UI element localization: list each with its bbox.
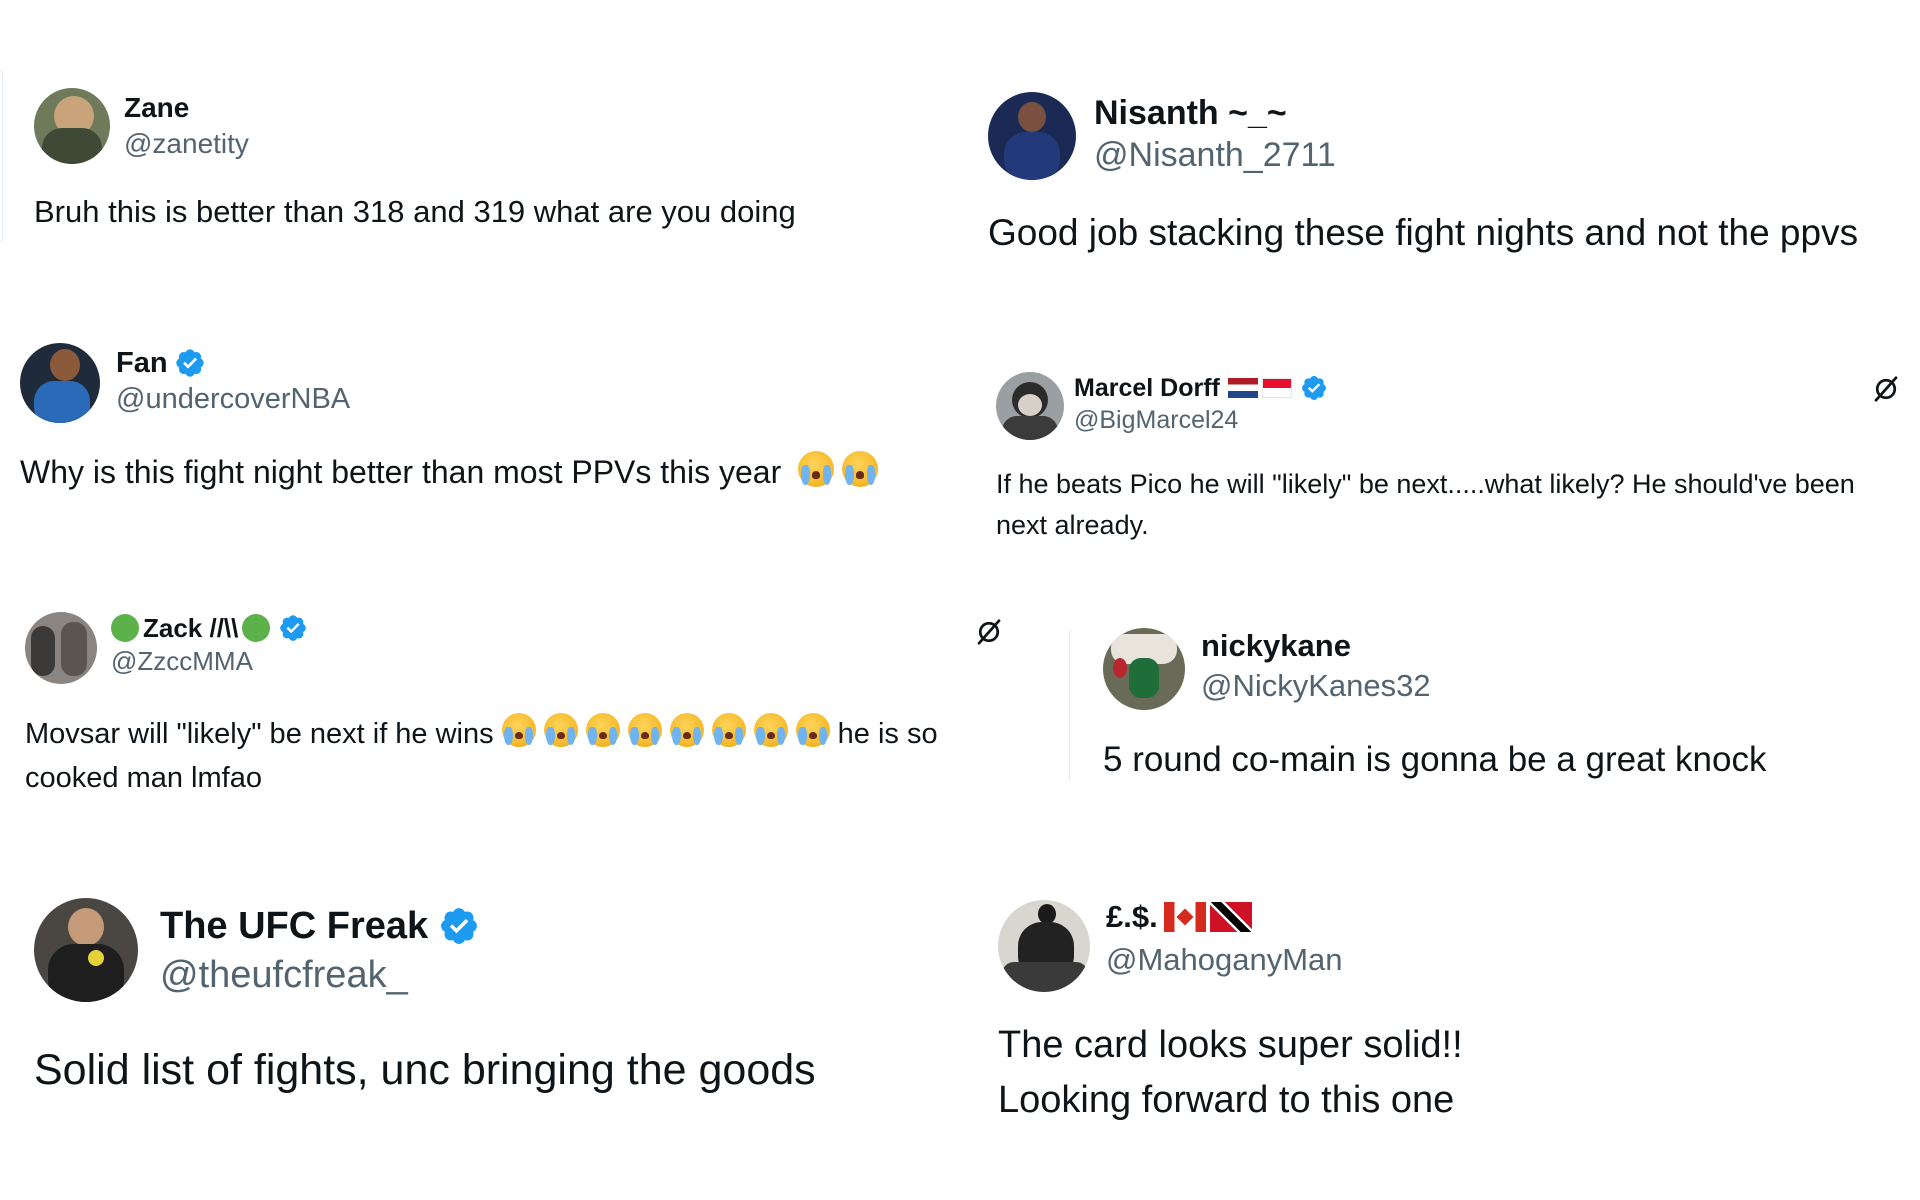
grok-slash-icon[interactable] xyxy=(974,617,1004,647)
divider xyxy=(1069,630,1070,780)
display-name-text: The UFC Freak xyxy=(160,904,429,947)
tweet-header: Fan @undercoverNBA xyxy=(20,343,350,423)
user-info: Zane @zanetity xyxy=(124,90,249,160)
grok-slash-icon[interactable] xyxy=(1871,374,1901,404)
display-name-text: Zack //\\ xyxy=(143,612,239,643)
tweet-text: Movsar will "likely" be next if he wins h… xyxy=(25,712,938,800)
tweet-header: The UFC Freak @theufcfreak_ xyxy=(34,898,480,1002)
display-name[interactable]: Zane xyxy=(124,90,249,126)
user-info: nickykane @NickyKanes32 xyxy=(1201,626,1431,704)
user-handle[interactable]: @theufcfreak_ xyxy=(160,954,480,997)
user-info: Marcel Dorff @BigMarcel24 xyxy=(1074,372,1328,435)
tweet-text-line: Movsar will "likely" be next if he wins h… xyxy=(25,712,938,756)
loudly-crying-face-icon xyxy=(753,713,788,747)
avatar[interactable] xyxy=(34,898,138,1002)
tweet-header: Nisanth ~_~ @Nisanth_2711 xyxy=(988,92,1336,180)
tweet-text: If he beats Pico he will "likely" be nex… xyxy=(996,464,1855,546)
avatar[interactable] xyxy=(20,343,100,423)
display-name[interactable]: The UFC Freak xyxy=(160,902,480,950)
tweet-text: The card looks super solid!! Looking for… xyxy=(998,1018,1463,1128)
netherlands-flag-icon xyxy=(1227,378,1258,398)
verified-badge-icon xyxy=(175,349,204,377)
divider xyxy=(2,70,3,242)
user-handle[interactable]: @undercoverNBA xyxy=(116,383,350,416)
display-name[interactable]: nickykane xyxy=(1201,626,1431,666)
tweet-header: nickykane @NickyKanes32 xyxy=(1103,628,1431,710)
loudly-crying-face-icon xyxy=(585,713,620,747)
avatar[interactable] xyxy=(988,92,1076,180)
tweet-text-content: Why is this fight night better than most… xyxy=(20,454,782,490)
tweet-text-before: Movsar will "likely" be next if he wins xyxy=(25,718,494,750)
tweet-text-line: If he beats Pico he will "likely" be nex… xyxy=(996,469,1855,499)
user-handle[interactable]: @zanetity xyxy=(124,128,249,160)
tweet-text: Why is this fight night better than most… xyxy=(20,451,879,491)
user-info: Nisanth ~_~ @Nisanth_2711 xyxy=(1094,92,1336,175)
user-info: £.$. @MahoganyMan xyxy=(1106,896,1343,978)
tweet-header: Zack //\\ @ZzccMMA xyxy=(25,612,308,684)
verified-badge-icon xyxy=(441,908,478,944)
trinidad-and-tobago-flag-icon xyxy=(1209,902,1252,932)
tweet-text: Good job stacking these fight nights and… xyxy=(988,212,1859,253)
user-handle[interactable]: @NickyKanes32 xyxy=(1201,668,1431,704)
display-name[interactable]: Nisanth ~_~ xyxy=(1094,92,1336,134)
user-handle[interactable]: @ZzccMMA xyxy=(111,646,308,677)
display-name-text: Marcel Dorff xyxy=(1074,373,1220,402)
user-info: The UFC Freak @theufcfreak_ xyxy=(160,902,480,997)
tweet-header: Zane @zanetity xyxy=(34,88,249,164)
loudly-crying-face-icon xyxy=(795,713,830,747)
user-info: Zack //\\ @ZzccMMA xyxy=(111,610,308,677)
user-info: Fan @undercoverNBA xyxy=(116,345,350,416)
user-handle[interactable]: @BigMarcel24 xyxy=(1074,406,1328,435)
green-circle-icon xyxy=(242,614,271,642)
loudly-crying-face-icon xyxy=(669,713,704,747)
tweet-header: Marcel Dorff @BigMarcel24 xyxy=(996,372,1328,440)
verified-badge-icon xyxy=(280,615,307,641)
avatar[interactable] xyxy=(25,612,97,684)
tweet-text-line: next already. xyxy=(996,510,1149,540)
loudly-crying-face-icon xyxy=(543,713,578,747)
emoji-row xyxy=(501,713,838,750)
display-name[interactable]: £.$. xyxy=(1106,896,1343,938)
user-handle[interactable]: @MahoganyMan xyxy=(1106,942,1343,978)
display-name-text: nickykane xyxy=(1201,628,1351,663)
tweet-text-line: The card looks super solid!! xyxy=(998,1024,1463,1066)
loudly-crying-face-icon xyxy=(842,451,879,487)
display-name-text: Zane xyxy=(124,92,190,123)
tweet-header: £.$. @MahoganyMan xyxy=(998,899,1343,992)
avatar[interactable] xyxy=(996,372,1064,440)
tweet-text: Solid list of fights, unc bringing the g… xyxy=(34,1046,816,1094)
display-name-text: Fan xyxy=(116,346,168,379)
indonesia-flag-icon xyxy=(1261,378,1292,398)
tweet-text: 5 round co-main is gonna be a great knoc… xyxy=(1103,740,1767,779)
display-name[interactable]: Fan xyxy=(116,345,350,381)
green-circle-icon xyxy=(111,614,139,642)
display-name-text: Nisanth ~_~ xyxy=(1094,93,1287,132)
display-name-text: £.$. xyxy=(1106,899,1158,934)
canada-flag-icon xyxy=(1163,902,1206,932)
avatar[interactable] xyxy=(998,900,1090,992)
tweet-text: Bruh this is better than 318 and 319 wha… xyxy=(34,194,796,229)
verified-badge-icon xyxy=(1301,376,1326,400)
loudly-crying-face-icon xyxy=(501,713,536,747)
tweet-text-line: cooked man lmfao xyxy=(25,762,262,794)
avatar[interactable] xyxy=(34,88,110,164)
tweet-text-after: he is so xyxy=(837,718,938,750)
display-name[interactable]: Zack //\\ xyxy=(111,610,308,646)
loudly-crying-face-icon xyxy=(627,713,662,747)
avatar[interactable] xyxy=(1103,628,1185,710)
loudly-crying-face-icon xyxy=(798,451,835,487)
user-handle[interactable]: @Nisanth_2711 xyxy=(1094,136,1336,175)
display-name[interactable]: Marcel Dorff xyxy=(1074,372,1328,404)
loudly-crying-face-icon xyxy=(711,713,746,747)
tweet-text-line: Looking forward to this one xyxy=(998,1079,1455,1121)
